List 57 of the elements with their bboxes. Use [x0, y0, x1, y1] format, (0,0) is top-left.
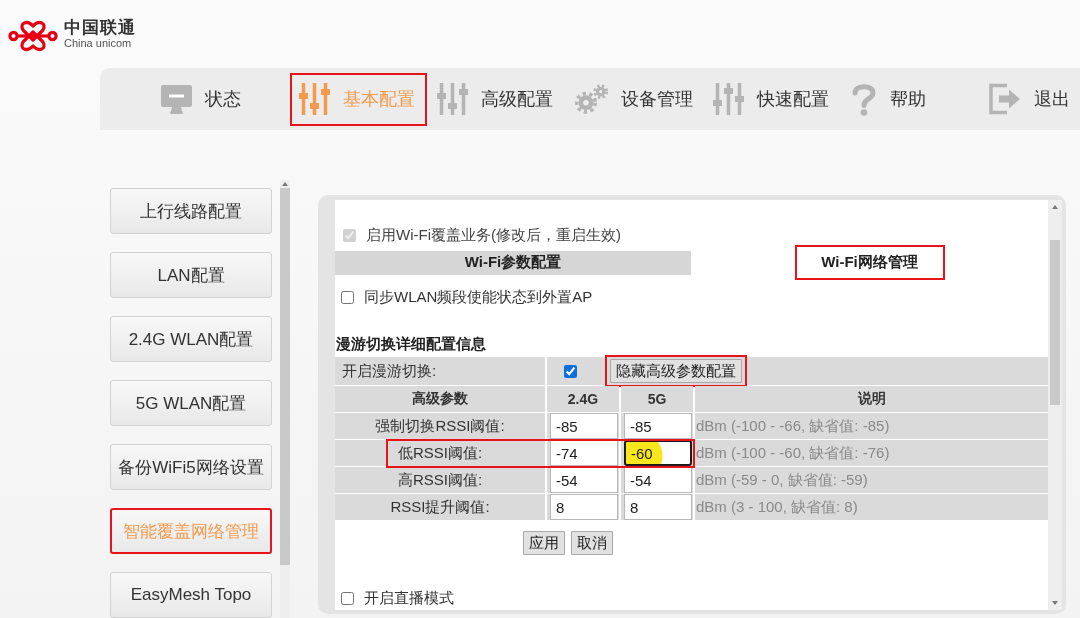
- sidebar-button[interactable]: 上行线路配置: [110, 188, 272, 234]
- nav-item[interactable]: 帮助: [842, 72, 979, 126]
- input-field[interactable]: -60: [624, 440, 692, 466]
- nav-item[interactable]: 快速配置: [704, 72, 841, 126]
- table-cell: dBm (-59 - 0, 缺省值: -59): [695, 467, 1048, 493]
- tab[interactable]: Wi-Fi参数配置: [335, 250, 691, 275]
- column-header: 2.4G: [547, 386, 619, 412]
- input-field[interactable]: 8: [550, 494, 618, 520]
- monitor-icon: [160, 83, 193, 115]
- nav-item[interactable]: 退出: [980, 72, 1080, 126]
- input-field[interactable]: -54: [624, 467, 692, 493]
- input-field[interactable]: 8: [624, 494, 692, 520]
- sliders-icon: [298, 82, 331, 116]
- sidebar-button[interactable]: 备份WiFi5网络设置: [110, 444, 272, 490]
- table-cell: dBm (3 - 100, 缺省值: 8): [695, 494, 1048, 520]
- hide-advanced-button[interactable]: 隐藏高级参数配置: [610, 359, 742, 383]
- checkbox[interactable]: [564, 364, 577, 378]
- column-header: 说明: [695, 386, 1048, 412]
- gears-icon: [574, 82, 609, 116]
- nav-item[interactable]: 设备管理: [566, 72, 703, 126]
- cancel-button[interactable]: 取消: [571, 531, 613, 555]
- logo-subtitle: China unicom: [64, 37, 133, 50]
- logout-icon: [988, 83, 1022, 115]
- sidebar-button[interactable]: 2.4G WLAN配置: [110, 316, 272, 362]
- scroll-down-icon[interactable]: [1052, 601, 1058, 605]
- section-title: 漫游切换详细配置信息: [336, 335, 487, 353]
- table-cell: 开启漫游切换:: [335, 357, 545, 385]
- input-field[interactable]: -74: [550, 440, 618, 466]
- sidebar-button[interactable]: LAN配置: [110, 252, 272, 298]
- help-icon: [850, 82, 878, 116]
- input-field[interactable]: -54: [550, 467, 618, 493]
- input-field[interactable]: -85: [624, 413, 692, 439]
- checkbox-label: 同步WLAN频段使能状态到外置AP: [364, 287, 593, 307]
- checkbox-label: 启用Wi-Fi覆盖业务(修改后，重启生效): [366, 225, 621, 245]
- nav-item[interactable]: 高级配置: [428, 72, 565, 126]
- table-cell: 低RSSI阈值:: [335, 440, 545, 466]
- logo-title: 中国联通: [64, 18, 136, 37]
- checkbox-label: 开启直播模式: [364, 588, 454, 608]
- sidebar-button[interactable]: 5G WLAN配置: [110, 380, 272, 426]
- table-cell: dBm (-100 - -66, 缺省值: -85): [695, 413, 1048, 439]
- table-cell: dBm (-100 - -60, 缺省值: -76): [695, 440, 1048, 466]
- input-field[interactable]: -85: [550, 413, 618, 439]
- sliders-icon: [436, 82, 469, 116]
- column-header: 5G: [621, 386, 693, 412]
- apply-button[interactable]: 应用: [523, 531, 565, 555]
- sidebar-button[interactable]: EasyMesh Topo: [110, 572, 272, 618]
- scroll-up-icon[interactable]: [1052, 205, 1058, 209]
- table-cell: 强制切换RSSI阈值:: [335, 413, 545, 439]
- nav-item[interactable]: 状态: [152, 72, 289, 126]
- checkbox[interactable]: [341, 591, 354, 605]
- column-header: 高级参数: [335, 386, 545, 412]
- checkbox[interactable]: [341, 290, 354, 304]
- table-cell: 高RSSI阈值:: [335, 467, 545, 493]
- scrollbar-thumb[interactable]: [1050, 240, 1060, 405]
- knot-logo-icon: [8, 18, 58, 54]
- table-cell: RSSI提升阈值:: [335, 494, 545, 520]
- sliders-icon: [712, 82, 745, 116]
